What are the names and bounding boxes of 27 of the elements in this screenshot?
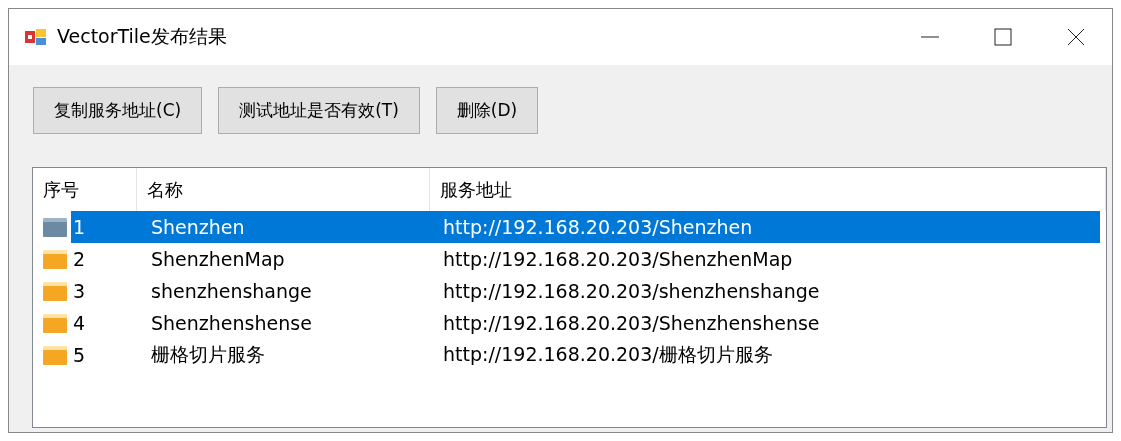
folder-icon (43, 312, 67, 334)
action-button[interactable]: 复制服务地址(C) (33, 87, 203, 134)
table-cell-text: http://192.168.20.203/shenzhenshange (442, 279, 821, 304)
table-cell-text: ShenzhenMap (150, 247, 286, 272)
table-cell-text: 栅格切片服务 (150, 342, 266, 367)
table-cell-text: http://192.168.20.203/ShenzhenMap (442, 247, 794, 272)
folder-icon (43, 248, 67, 270)
table-cell[interactable]: 5 (71, 339, 137, 371)
app-icon (25, 27, 47, 47)
table-cell-text: Shenzhenshense (150, 311, 313, 336)
action-button[interactable]: 测试地址是否有效(T) (218, 87, 420, 134)
table-cell[interactable]: 2 (71, 243, 137, 275)
action-button[interactable]: 删除(D) (435, 87, 539, 134)
folder-icon (43, 216, 67, 238)
folder-icon (43, 280, 67, 302)
table-cell-text: shenzhenshange (150, 279, 313, 304)
window-title: VectorTile发布结果 (57, 24, 227, 49)
table-cell-text: http://192.168.20.203/Shenzhenshense (442, 311, 821, 336)
table-cell[interactable]: 4 (71, 307, 137, 339)
table-cell[interactable]: 1 (71, 211, 137, 243)
table-cell: Shenzhen (137, 211, 430, 243)
table-cell-text: http://192.168.20.203/栅格切片服务 (442, 342, 774, 367)
folder-icon (43, 344, 67, 366)
maximize-icon[interactable] (994, 28, 1012, 46)
table-cell[interactable]: 3 (71, 275, 137, 307)
table-cell: http://192.168.20.203/Shenzhen (430, 211, 1100, 243)
close-icon[interactable] (1067, 28, 1085, 46)
